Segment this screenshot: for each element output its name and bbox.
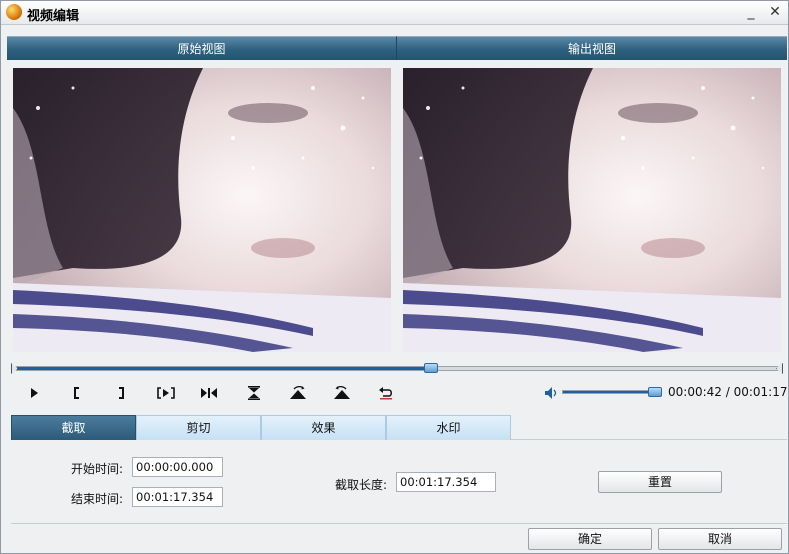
- original-view-panel: [7, 60, 396, 360]
- seek-track[interactable]: [15, 366, 779, 371]
- time-readout: 00:00:42 / 00:01:17: [668, 385, 788, 399]
- mark-in-icon: [73, 387, 81, 399]
- trim-panel: 开始时间: 结束时间: 截取长度: 重置: [11, 440, 787, 524]
- undo-button[interactable]: [374, 382, 398, 404]
- play-icon: [29, 388, 39, 398]
- play-selection-icon: [157, 387, 175, 399]
- seek-thumb[interactable]: [424, 363, 439, 373]
- seek-slider[interactable]: [11, 363, 783, 375]
- app-logo-icon: [6, 4, 22, 20]
- cancel-button[interactable]: 取消: [658, 528, 782, 550]
- start-time-input[interactable]: [132, 457, 223, 477]
- start-time-label: 开始时间:: [71, 462, 124, 476]
- play-selection-button[interactable]: [154, 382, 178, 404]
- seek-progress-fill: [16, 367, 432, 370]
- trim-length-label: 截取长度:: [335, 478, 388, 492]
- flip-vertical-button[interactable]: [242, 382, 266, 404]
- window-title: 视频编辑: [27, 9, 80, 24]
- rotate-right-button[interactable]: [286, 382, 310, 404]
- minimize-button[interactable]: _: [741, 3, 761, 21]
- tab-effects[interactable]: 效果: [261, 415, 386, 440]
- tab-watermark[interactable]: 水印: [386, 415, 511, 440]
- step-icon: [200, 387, 218, 399]
- seek-end-marker-icon[interactable]: [776, 363, 783, 374]
- ok-button[interactable]: 确定: [528, 528, 652, 550]
- output-view-panel: [396, 60, 787, 360]
- end-time-input[interactable]: [132, 487, 223, 507]
- output-video-preview: [403, 68, 781, 352]
- tab-trim[interactable]: 截取: [11, 415, 136, 440]
- volume-track[interactable]: [562, 390, 662, 394]
- original-view-header: 原始视图: [7, 36, 396, 60]
- reset-button[interactable]: 重置: [598, 471, 722, 493]
- mark-in-button[interactable]: [65, 382, 89, 404]
- volume-fill: [563, 391, 655, 393]
- edit-tabs: 截取 剪切 效果 水印: [11, 415, 787, 440]
- tab-cut[interactable]: 剪切: [136, 415, 261, 440]
- step-button[interactable]: [197, 382, 221, 404]
- flip-vertical-icon: [247, 386, 261, 400]
- video-edit-window: 视频编辑 _ ✕ 原始视图 输出视图 00:00:42 / 00:01:17 截…: [0, 0, 789, 554]
- volume-thumb[interactable]: [648, 387, 662, 397]
- volume-icon[interactable]: [544, 386, 558, 400]
- volume-slider[interactable]: [562, 387, 662, 397]
- play-button[interactable]: [22, 382, 46, 404]
- rotate-right-icon: [289, 386, 307, 400]
- trim-length-input[interactable]: [396, 472, 496, 492]
- undo-icon: [378, 386, 394, 400]
- rotate-left-icon: [333, 386, 351, 400]
- mark-out-icon: [117, 387, 125, 399]
- original-video-preview: [13, 68, 391, 352]
- output-view-header: 输出视图: [396, 36, 787, 60]
- rotate-left-button[interactable]: [330, 382, 354, 404]
- title-bar: 视频编辑 _ ✕: [1, 1, 788, 25]
- close-button[interactable]: ✕: [765, 3, 785, 21]
- seek-start-marker-icon[interactable]: [11, 363, 18, 374]
- mark-out-button[interactable]: [109, 382, 133, 404]
- end-time-label: 结束时间:: [71, 492, 124, 506]
